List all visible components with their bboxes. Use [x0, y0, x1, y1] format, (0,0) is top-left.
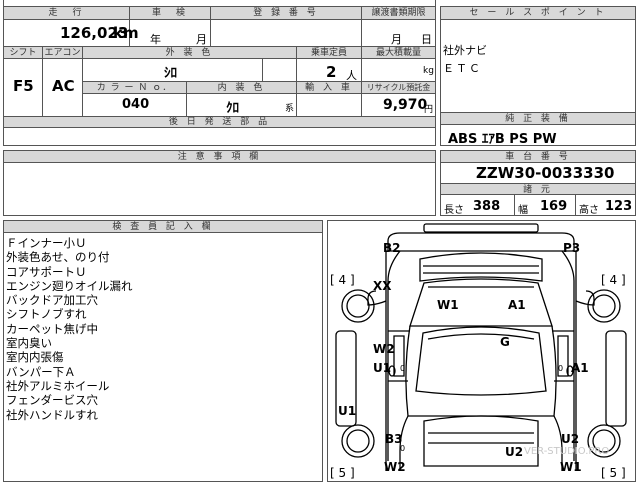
- mark-u1-left: U1: [373, 361, 392, 375]
- shift-header: シフト: [4, 47, 42, 59]
- note-line: フェンダービス穴: [6, 393, 98, 408]
- note-line: 外装色あせ、のり付: [6, 250, 110, 265]
- import-header: 輸 入 車: [297, 82, 361, 94]
- max-load-unit: kg: [423, 66, 434, 76]
- max-load-header: 最大積載量: [362, 47, 435, 59]
- mark-b2: B2: [383, 241, 401, 255]
- color-no-value: 040: [122, 97, 150, 112]
- genuine-equipment-header: 純 正 装 備: [441, 113, 635, 125]
- mark-w2-left: W2: [373, 342, 395, 356]
- tire-rl-mark: [ 5 ]: [330, 466, 355, 480]
- inspection-year-label: 年: [150, 33, 161, 46]
- mark-zero-2: 0: [558, 364, 564, 373]
- height-label: 高さ: [579, 205, 599, 216]
- sales-point-line-2: ＥＴＣ: [443, 62, 482, 75]
- note-line: シフトノブすれ: [6, 307, 87, 322]
- mark-b3: B3: [385, 432, 403, 446]
- chassis-number: ZZW30-0033330: [476, 164, 615, 182]
- mileage-header: 走 行: [4, 7, 129, 20]
- transfer-deadline-header: 譲渡書類期限: [362, 7, 435, 20]
- interior-color-value: ｸﾛ: [226, 101, 239, 116]
- mark-w1-rear: W1: [560, 460, 582, 474]
- inspection-month-label: 月: [196, 33, 207, 46]
- inspector-notes: Ｆインナー小Ｕ 外装色あせ、のり付 コアサポートＵ エンジン廻りオイル漏れ バッ…: [6, 236, 133, 422]
- sales-point-line-1: 社外ナビ: [443, 44, 487, 57]
- tire-fl-mark: [ 4 ]: [330, 273, 355, 287]
- inspection-header: 車 検: [130, 7, 210, 20]
- note-line: コアサポートＵ: [6, 264, 87, 279]
- mark-w1-hood: W1: [437, 298, 459, 312]
- color-no-header: カ ラ ー Ｎ ｏ．: [83, 82, 186, 94]
- inspector-header: 検 査 員 記 入 欄: [4, 221, 322, 233]
- note-line: 社外アルミホイール: [6, 378, 110, 393]
- caution-header: 注 意 事 項 欄: [4, 151, 435, 163]
- mileage-unit: km: [113, 24, 139, 42]
- interior-color-header: 内 装 色: [187, 82, 296, 94]
- note-line: バンパー下Ａ: [6, 364, 76, 379]
- note-line: カーペット焦げ中: [6, 321, 98, 336]
- recycle-header: リサイクル預託金: [362, 82, 435, 94]
- ac-header: エアコン: [43, 47, 82, 59]
- mark-a1-right: A1: [571, 361, 589, 375]
- later-docs-header: 後 日 発 送 部 品: [4, 117, 435, 128]
- registration-header: 登 録 番 号: [211, 7, 361, 20]
- note-line: バックドア加工穴: [6, 293, 98, 308]
- recycle-unit: 円: [424, 105, 434, 115]
- width-label: 幅: [518, 205, 528, 216]
- mark-a1-hood: A1: [508, 298, 526, 312]
- mark-u1-sill: U1: [338, 404, 357, 418]
- note-line: 室内内張傷: [6, 350, 64, 365]
- ac-value: AC: [52, 77, 75, 95]
- note-line: Ｆインナー小Ｕ: [6, 236, 87, 250]
- transfer-month-label: 月: [391, 33, 402, 46]
- exterior-color-header: 外 装 色: [83, 47, 296, 59]
- mark-p3: P3: [563, 241, 581, 255]
- chassis-header: 車 台 番 号: [441, 151, 635, 163]
- sales-point-box: [440, 6, 636, 146]
- note-line: エンジン廻りオイル漏れ: [6, 278, 133, 293]
- capacity-value: 2: [326, 63, 337, 81]
- dims-header: 諸 元: [441, 183, 635, 195]
- width-value: 169: [540, 199, 568, 214]
- sales-point-header: セ ー ル ス ポ イ ン ト: [441, 7, 635, 20]
- length-value: 388: [473, 199, 501, 214]
- transfer-day-label: 日: [421, 33, 432, 46]
- top-strip: [3, 0, 436, 6]
- interior-color-suffix: 系: [285, 104, 295, 114]
- mark-zero-1: 0: [400, 364, 406, 373]
- length-label: 長さ: [444, 205, 464, 216]
- mark-w2-rear: W2: [384, 460, 406, 474]
- genuine-equipment-value: ABS ｴｱB PS PW: [448, 132, 557, 147]
- mark-u2-right: U2: [561, 432, 580, 446]
- mark-xx: XX: [373, 279, 392, 293]
- tire-rr-mark: [ 5 ]: [601, 466, 626, 480]
- capacity-header: 乗車定員: [297, 47, 361, 59]
- watermark: VER-STUDIO.PRO: [524, 446, 610, 457]
- note-line: 室内臭い: [6, 336, 52, 351]
- note-line: 社外ハンドルすれ: [6, 407, 98, 422]
- tire-fr-mark: [ 4 ]: [601, 273, 626, 287]
- shift-value: F5: [13, 77, 34, 95]
- mark-g: G: [500, 335, 510, 349]
- recycle-value: 9,970: [383, 97, 428, 113]
- mark-u2-rear: U2: [505, 445, 524, 459]
- height-value: 123: [605, 199, 633, 214]
- exterior-color-value: ｼﾛ: [164, 66, 177, 81]
